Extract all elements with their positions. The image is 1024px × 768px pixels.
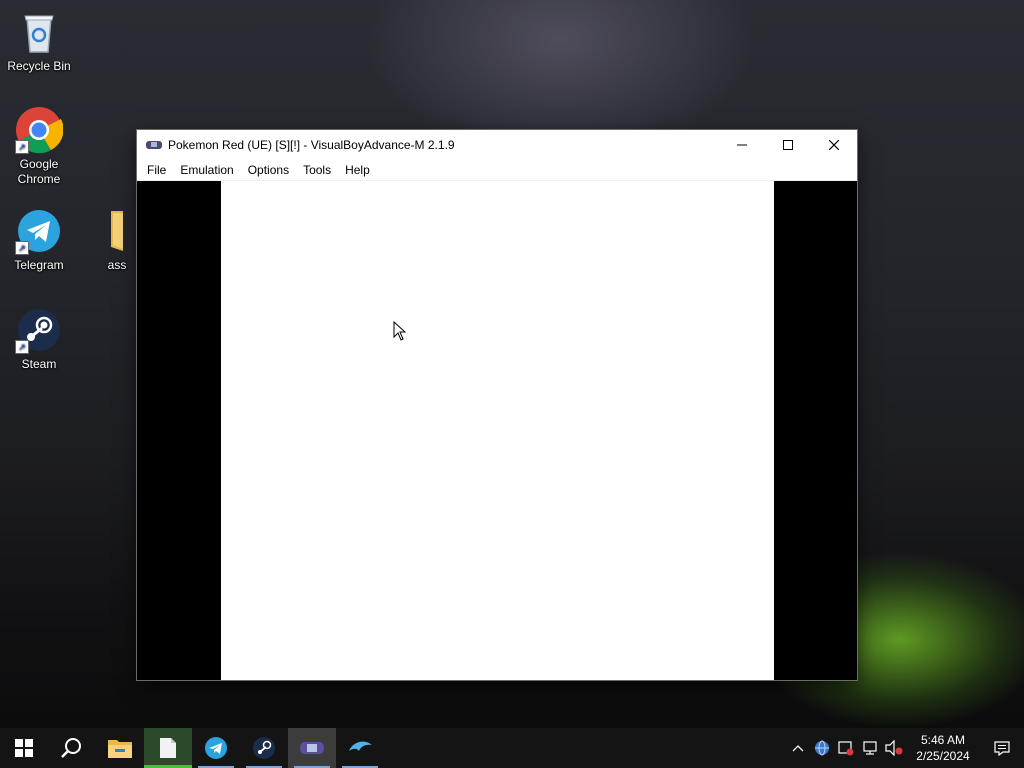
- close-icon: [829, 140, 839, 150]
- taskbar-file-explorer[interactable]: [96, 728, 144, 768]
- mouse-cursor-icon: [393, 321, 407, 341]
- folder-icon: [93, 207, 141, 255]
- volume-muted-icon: [885, 740, 903, 756]
- taskbar-dolphin[interactable]: [336, 728, 384, 768]
- minimize-button[interactable]: [719, 130, 765, 160]
- file-explorer-icon: [108, 740, 132, 758]
- taskbar-visualboyadvance[interactable]: [288, 728, 336, 768]
- action-center-button[interactable]: [980, 728, 1024, 768]
- recycle-bin-icon: [15, 8, 63, 56]
- menu-emulation[interactable]: Emulation: [173, 160, 240, 180]
- steam-icon: ↗: [15, 306, 63, 354]
- desktop-icon-label: Telegram: [14, 258, 64, 272]
- desktop-icon-label: Steam: [21, 357, 57, 371]
- windows-start-icon: [15, 739, 33, 757]
- taskbar-telegram[interactable]: [192, 728, 240, 768]
- tray-volume-button[interactable]: [882, 728, 906, 768]
- clock-time: 5:46 AM: [920, 733, 966, 747]
- window-titlebar[interactable]: Pokemon Red (UE) [S][!] - VisualBoyAdvan…: [137, 130, 857, 160]
- security-alert-icon: [838, 741, 854, 756]
- menu-help[interactable]: Help: [338, 160, 377, 180]
- show-hidden-icons-button[interactable]: [786, 728, 810, 768]
- taskbar-steam[interactable]: [240, 728, 288, 768]
- search-icon: [61, 738, 81, 758]
- tray-network-button[interactable]: [858, 728, 882, 768]
- emulator-window: Pokemon Red (UE) [S][!] - VisualBoyAdvan…: [137, 130, 857, 680]
- taskbar-clock[interactable]: 5:46 AM 2/25/2024: [906, 732, 980, 764]
- tray-globe-button[interactable]: [810, 728, 834, 768]
- start-button[interactable]: [0, 728, 48, 768]
- desktop-icon-telegram[interactable]: ↗ Telegram: [3, 207, 75, 273]
- telegram-icon: [205, 737, 227, 759]
- menu-file[interactable]: File: [140, 160, 173, 180]
- taskbar: 5:46 AM 2/25/2024: [0, 728, 1024, 768]
- menu-tools[interactable]: Tools: [296, 160, 338, 180]
- desktop-icon-label: Recycle Bin: [7, 59, 71, 73]
- emulator-viewport[interactable]: [137, 181, 857, 680]
- steam-icon: [253, 737, 275, 759]
- close-button[interactable]: [811, 130, 857, 160]
- notepad-icon: [160, 738, 176, 758]
- menu-options[interactable]: Options: [241, 160, 296, 180]
- system-tray: 5:46 AM 2/25/2024: [786, 728, 1024, 768]
- clock-date: 2/25/2024: [916, 749, 970, 763]
- visualboyadvance-icon: [300, 742, 324, 754]
- maximize-icon: [783, 140, 793, 150]
- window-title: Pokemon Red (UE) [S][!] - VisualBoyAdvan…: [168, 138, 455, 152]
- globe-icon: [815, 740, 829, 756]
- chrome-icon: ↗: [15, 106, 64, 154]
- notification-icon: [994, 741, 1010, 756]
- shortcut-arrow-icon: ↗: [15, 241, 29, 255]
- gameboy-advance-icon: [146, 141, 162, 149]
- minimize-icon: [737, 144, 747, 146]
- search-button[interactable]: [48, 728, 96, 768]
- dolphin-icon: [349, 741, 372, 751]
- taskbar-notepad[interactable]: [144, 728, 192, 768]
- desktop-icon-label: Google Chrome: [17, 157, 61, 186]
- desktop-icon-steam[interactable]: ↗ Steam: [3, 306, 75, 372]
- tray-security-button[interactable]: [834, 728, 858, 768]
- game-screen[interactable]: [221, 181, 774, 680]
- desktop-icon-recycle-bin[interactable]: Recycle Bin: [3, 8, 75, 74]
- maximize-button[interactable]: [765, 130, 811, 160]
- menu-bar: File Emulation Options Tools Help: [137, 160, 857, 181]
- shortcut-arrow-icon: ↗: [15, 140, 29, 154]
- chevron-up-icon: [792, 745, 804, 752]
- telegram-icon: ↗: [15, 207, 63, 255]
- desktop-icon-google-chrome[interactable]: ↗ Google Chrome: [3, 106, 75, 187]
- network-icon: [863, 741, 877, 755]
- shortcut-arrow-icon: ↗: [15, 340, 29, 354]
